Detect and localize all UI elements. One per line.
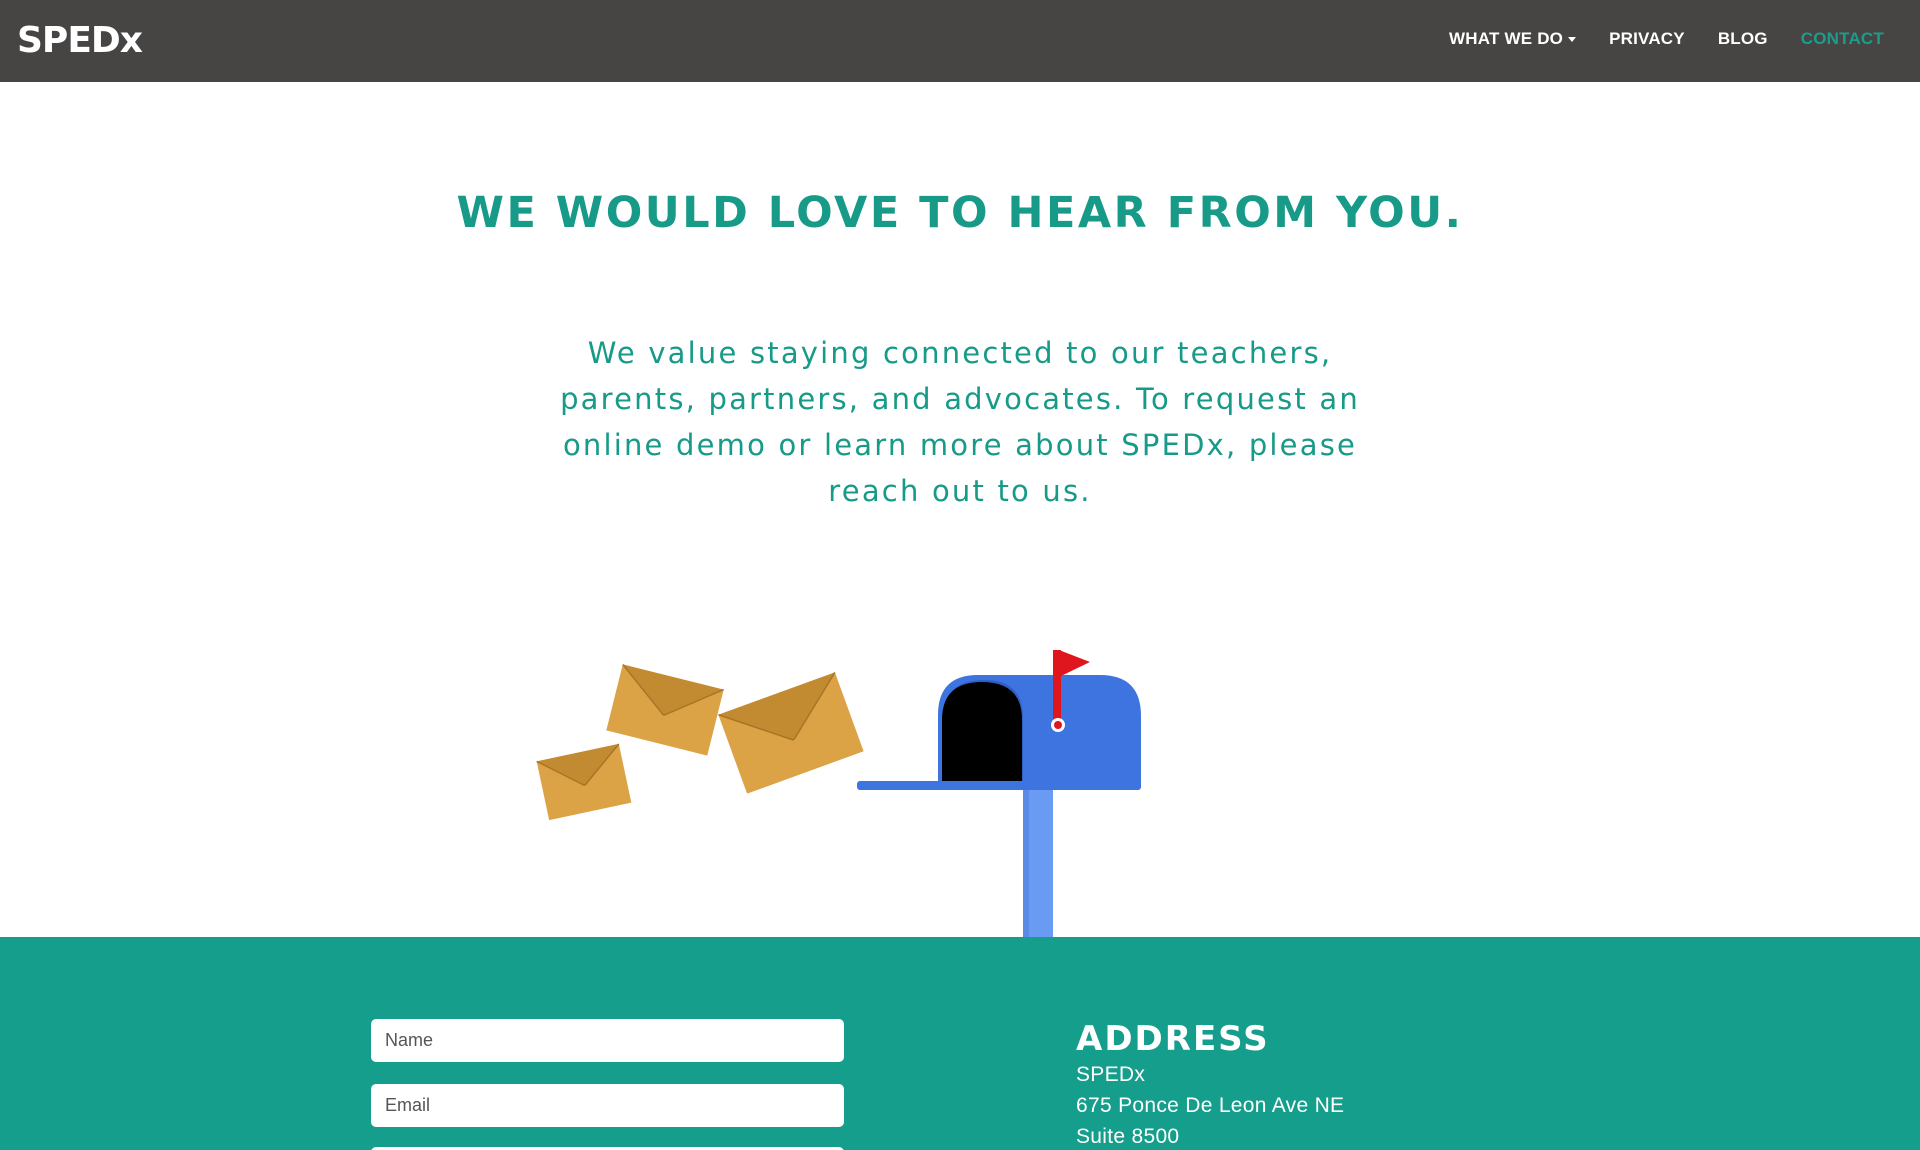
nav-item-what-we-do[interactable]: WHAT WE DO	[1449, 28, 1577, 50]
navbar: SPEDx WHAT WE DO PRIVACY BLOG CONTACT	[0, 0, 1920, 82]
address-line: Suite 8500	[1076, 1125, 1180, 1148]
page-title: WE WOULD LOVE TO HEAR FROM YOU.	[456, 188, 1464, 238]
address-heading: ADDRESS	[1076, 1019, 1270, 1059]
name-field[interactable]	[371, 1019, 844, 1062]
address-line: SPEDx	[1076, 1063, 1146, 1086]
mailbox-icon	[857, 675, 1141, 938]
contact-section: ADDRESS SPEDx 675 Ponce De Leon Ave NE S…	[0, 937, 1920, 1150]
mailbox-illustration	[536, 650, 1141, 938]
nav-item-blog[interactable]: BLOG	[1718, 28, 1768, 50]
caret-down-icon	[1568, 37, 1577, 42]
email-field[interactable]	[371, 1084, 844, 1127]
nav-item-contact[interactable]: CONTACT	[1801, 28, 1884, 50]
envelope-icon	[718, 671, 864, 794]
intro-text: We value staying connected to our teache…	[560, 336, 1360, 508]
address-line: 675 Ponce De Leon Ave NE	[1076, 1094, 1345, 1117]
logo[interactable]: SPEDx	[17, 20, 143, 62]
nav-links: WHAT WE DO PRIVACY BLOG CONTACT	[1416, 28, 1884, 50]
envelope-icon	[536, 743, 632, 821]
envelope-icon	[606, 663, 724, 756]
nav-item-label: WHAT WE DO	[1449, 29, 1564, 48]
nav-item-privacy[interactable]: PRIVACY	[1609, 28, 1685, 50]
